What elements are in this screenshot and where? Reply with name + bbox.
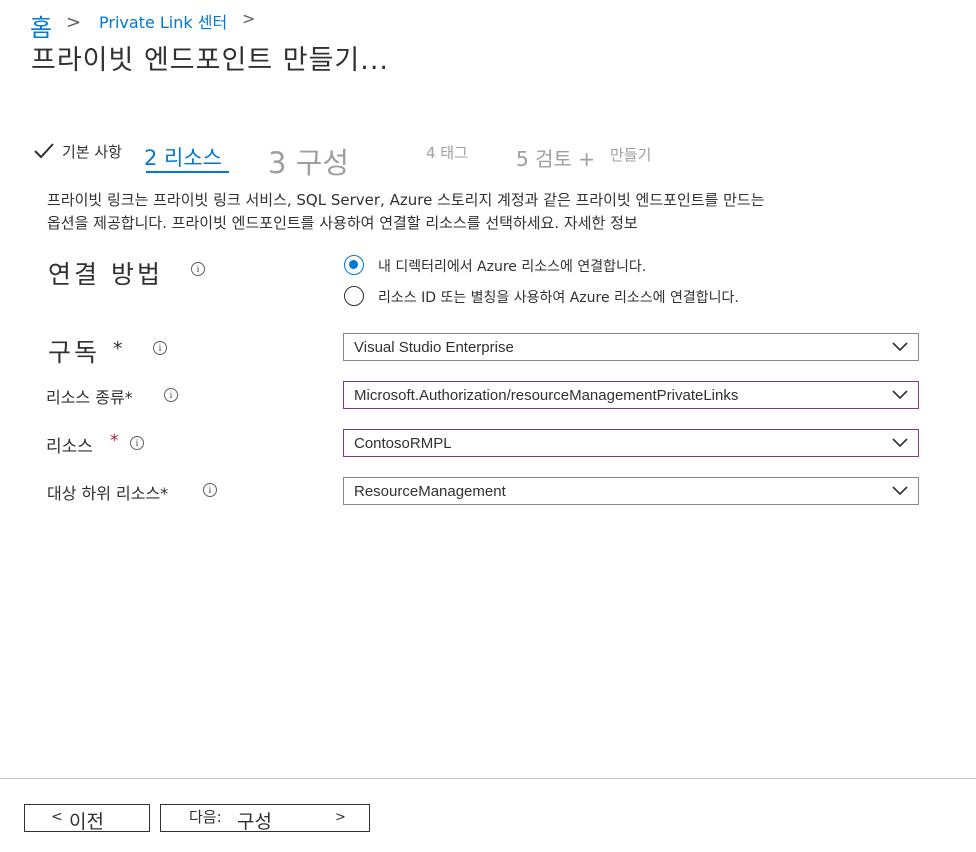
target-subresource-value: ResourceManagement xyxy=(354,483,506,500)
active-tab-indicator xyxy=(146,171,229,173)
next-label: 다음: xyxy=(189,808,222,826)
info-icon[interactable]: i xyxy=(203,483,217,497)
resource-value: ContosoRMPL xyxy=(354,435,452,452)
resource-dropdown[interactable]: ContosoRMPL xyxy=(343,429,919,457)
description-line: 옵션을 제공합니다. 프라이빗 엔드포인트를 사용하여 연결할 리소스를 선택하… xyxy=(47,212,638,233)
breadcrumb-private-link-center[interactable]: Private Link 센터 xyxy=(99,9,227,33)
info-icon[interactable]: i xyxy=(191,262,205,276)
chevron-down-icon xyxy=(892,486,908,496)
subscription-value: Visual Studio Enterprise xyxy=(354,339,514,356)
tab-review-create-suffix[interactable]: 만들기 xyxy=(610,144,651,165)
tab-review-create[interactable]: 5 검토 + xyxy=(516,143,595,172)
target-subresource-dropdown[interactable]: ResourceManagement xyxy=(343,477,919,505)
info-icon[interactable]: i xyxy=(153,341,167,355)
footer-divider xyxy=(0,778,976,779)
resource-type-value: Microsoft.Authorization/resourceManageme… xyxy=(354,387,739,404)
chevron-down-icon xyxy=(892,342,908,352)
description-text: 옵션을 제공합니다. 프라이빗 엔드포인트를 사용하여 연결할 리소스를 선택하… xyxy=(47,214,560,232)
next-arrow: > xyxy=(335,810,346,825)
description-line: 프라이빗 링크는 프라이빗 링크 서비스, SQL Server, Azure … xyxy=(47,191,765,209)
next-configuration-button[interactable]: 다음: 구성 > xyxy=(160,804,370,833)
info-icon[interactable]: i xyxy=(164,388,178,402)
resource-type-label: 리소스 종류* xyxy=(46,388,133,407)
previous-arrow: < xyxy=(51,809,63,825)
tab-basics[interactable]: 기본 사항 xyxy=(62,141,122,162)
radio-connect-by-resource-id-label[interactable]: 리소스 ID 또는 별칭을 사용하여 Azure 리소스에 연결합니다. xyxy=(378,287,739,307)
radio-connect-in-directory[interactable] xyxy=(344,255,364,275)
checkmark-icon xyxy=(34,143,54,159)
resource-label: 리소스 xyxy=(46,437,93,457)
required-marker: * xyxy=(113,338,123,360)
tab-tags[interactable]: 4 태그 xyxy=(426,142,468,163)
previous-button[interactable]: < 이전 xyxy=(24,804,150,833)
info-icon[interactable]: i xyxy=(130,436,144,450)
page-title: 프라이빗 엔드포인트 만들기... xyxy=(31,45,389,76)
tab-resource[interactable]: 2 리소스 xyxy=(144,142,222,172)
required-marker: * xyxy=(110,431,119,451)
subscription-dropdown[interactable]: Visual Studio Enterprise xyxy=(343,333,919,361)
resource-type-dropdown[interactable]: Microsoft.Authorization/resourceManageme… xyxy=(343,381,919,409)
breadcrumb-separator: > xyxy=(242,9,256,28)
connection-method-label: 연결 방법 xyxy=(48,260,163,289)
previous-label: 이전 xyxy=(69,811,104,833)
learn-more-link[interactable]: 자세한 정보 xyxy=(564,214,638,232)
chevron-down-icon xyxy=(892,438,908,448)
target-subresource-label: 대상 하위 리소스* xyxy=(47,484,169,503)
radio-connect-by-resource-id[interactable] xyxy=(344,286,364,306)
subscription-label: 구독 xyxy=(48,338,101,367)
next-step-label: 구성 xyxy=(237,811,272,833)
tab-configuration[interactable]: 3 구성 xyxy=(268,140,349,182)
chevron-down-icon xyxy=(892,390,908,400)
radio-connect-in-directory-label[interactable]: 내 디렉터리에서 Azure 리소스에 연결합니다. xyxy=(378,256,646,276)
breadcrumb-separator: > xyxy=(66,12,82,33)
